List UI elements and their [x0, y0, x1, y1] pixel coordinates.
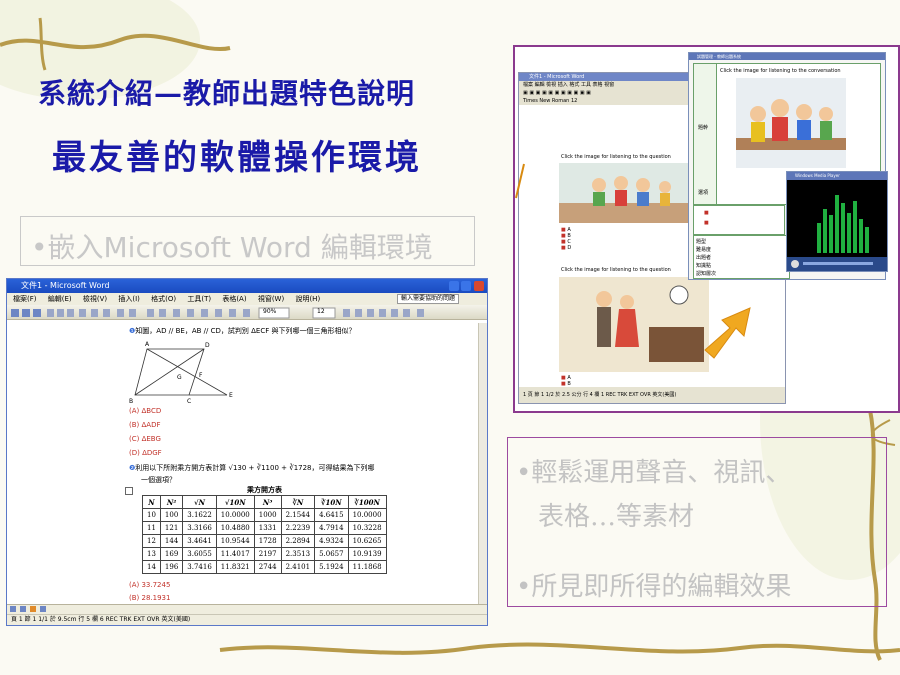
word-toolbar: 90% 12 — [7, 305, 487, 320]
word-menu-bar: 檔案(F) 編輯(E) 檢視(V) 插入(I) 格式(O) 工具(T) 表格(A… — [7, 293, 487, 305]
train-scene-image[interactable] — [736, 78, 846, 168]
bullet-wysiwyg: •所見即所得的編輯效果 — [516, 572, 792, 602]
bullet-box-features: •輕鬆運用聲音、視訊、 表格…等素材 •所見即所得的編輯效果 — [507, 437, 887, 607]
view-buttons[interactable] — [7, 605, 487, 615]
stem-label: 題幹 — [698, 125, 709, 131]
listening-prompt-1: Click the image for listening to the que… — [561, 154, 671, 160]
option-1b: (B) ΔADF — [129, 421, 161, 429]
word-title-bar: 文件1 - Microsoft Word — [7, 279, 487, 293]
media-player-controls[interactable] — [787, 257, 887, 271]
table-title: 乘方開方表 — [247, 486, 282, 494]
bullet-media-cont: 表格…等素材 — [538, 502, 695, 532]
play-icon[interactable] — [791, 260, 799, 268]
test-window-title: 試題管理 - 教師出題系統 — [689, 53, 885, 60]
menu-insert[interactable]: 插入(I) — [118, 295, 140, 303]
menu-table[interactable]: 表格(A) — [222, 295, 246, 303]
menu-window[interactable]: 視窗(W) — [258, 295, 284, 303]
arrow-up-right-icon — [704, 307, 751, 359]
option-2b: (B) 28.1931 — [129, 594, 171, 602]
minimize-icon[interactable] — [449, 281, 459, 291]
table-header: ∛100N — [347, 495, 387, 509]
figure-label-e: E — [229, 392, 233, 399]
square-root-table: N N² √N √10N N³ ∛N ∛10N ∛100N 10 100 3.162… — [142, 495, 387, 574]
toolbar-icons[interactable] — [7, 306, 477, 320]
menu-view[interactable]: 檢視(V) — [83, 295, 107, 303]
table-row: 11 121 3.3166 10.4880 1331 2.2239 4.7914 10.322… — [142, 521, 387, 535]
table-header: √10N — [215, 495, 255, 509]
help-search-input[interactable]: 輸入需要協助的問題 — [397, 294, 460, 304]
table-row: 14 196 3.7416 11.8321 2744 2.4101 5.1924 11.186… — [142, 560, 387, 574]
question-1-text: ❶知圖，AD // BE，AB // CD，試判別 ΔECF 與下列哪一個三角形… — [129, 327, 356, 335]
bullet-box-word: •嵌入Microsoft Word 編輯環境 — [20, 216, 475, 266]
listening-prompt-2: Click the image for listening to the que… — [561, 267, 671, 273]
bullet-word-embed: •嵌入Microsoft Word 編輯環境 — [31, 231, 433, 264]
table-header: N³ — [253, 495, 282, 509]
table-row: 12 144 3.4641 10.9544 1728 2.2894 4.9324 10.626… — [142, 534, 387, 548]
menu-edit[interactable]: 編輯(E) — [48, 295, 72, 303]
font-size-select[interactable]: 12 — [317, 308, 325, 315]
classroom-image[interactable] — [559, 163, 709, 223]
question-2-text: ❷利用以下所附乘方開方表計算 √130 + ∛1100 + ∛1728，可得結果… — [129, 464, 375, 472]
option-1a: (A) ΔBCD — [129, 407, 162, 415]
table-header: N² — [159, 495, 184, 509]
table-header: ∛N — [280, 495, 316, 509]
table-header: ∛10N — [314, 495, 349, 509]
answer-d[interactable]: ■ D — [561, 245, 571, 251]
seek-bar[interactable] — [803, 262, 873, 265]
close-icon[interactable] — [474, 281, 484, 291]
option-1d: (D) ΔDGF — [129, 449, 162, 457]
vertical-scrollbar[interactable] — [478, 323, 487, 605]
option-label: 選項 — [698, 190, 709, 196]
figure-label-g: G — [177, 374, 182, 381]
word2-status-bar: 1 頁 節 1 1/2 於 2.5 公分 行 4 欄 1 REC TRK EXT… — [519, 387, 785, 403]
question-2-text-cont: 一個選項？ — [141, 476, 176, 484]
table-header-row: N N² √N √10N N³ ∛N ∛10N ∛100N — [142, 495, 387, 509]
bullet-media: •輕鬆運用聲音、視訊、 — [516, 458, 792, 488]
word-window-left: 文件1 - Microsoft Word 檔案(F) 編輯(E) 檢視(V) 插… — [6, 278, 488, 626]
figure-label-d: D — [205, 342, 210, 349]
conversation-prompt: Click the image for listening to the con… — [720, 68, 841, 74]
slide-subtitle: 最友善的軟體操作環境 — [52, 138, 422, 178]
option-2a: (A) 33.7245 — [129, 581, 171, 589]
status-text: 頁 1 節 1 1/1 於 9.5cm 行 5 欄 6 REC TRK EXT … — [11, 616, 191, 623]
parallelogram-figure: A D G F B C E — [129, 341, 233, 405]
word-document-area[interactable]: ❶知圖，AD // BE，AB // CD，試判別 ΔECF 與下列哪一個三角形… — [7, 323, 479, 605]
media-player-title: Windows Media Player — [787, 172, 887, 180]
options-panel: ■ ■ — [693, 205, 785, 235]
option-1c: (C) ΔEBG — [129, 435, 161, 443]
media-player-window: Windows Media Player — [786, 171, 888, 272]
font-size-select[interactable]: 12 — [571, 98, 577, 104]
table-header: N — [142, 495, 161, 509]
zoom-select[interactable]: 90% — [263, 308, 276, 315]
figure-label-c: C — [187, 398, 191, 405]
menu-file[interactable]: 檔案(F) — [13, 295, 37, 303]
figure-label-b: B — [129, 398, 133, 405]
menu-tools[interactable]: 工具(T) — [187, 295, 211, 303]
table-header: √N — [182, 495, 217, 509]
figure-label-f: F — [199, 372, 203, 379]
menu-help[interactable]: 說明(H) — [295, 295, 320, 303]
item-info-table: 題型 難易度 出題者 知識點 認知層次 — [693, 235, 790, 279]
maximize-icon[interactable] — [461, 281, 471, 291]
office-image[interactable] — [559, 277, 709, 372]
table-row: 10 100 3.1622 10.0000 1000 2.1544 4.6415 10.000… — [142, 508, 387, 522]
slide-title: 系統介紹—教師出題特色說明 — [38, 77, 416, 110]
pencil-icon — [515, 163, 525, 199]
table-handle-icon[interactable] — [125, 487, 133, 495]
font-name-select[interactable]: Times New Roman — [523, 98, 569, 104]
answer-list-1: ■ A ■ B ■ C ■ D — [561, 227, 571, 251]
menu-format[interactable]: 格式(O) — [151, 295, 176, 303]
table-row: 13 169 3.6055 11.4017 2197 2.3513 5.0657 10.913… — [142, 547, 387, 561]
word-status-bar: 頁 1 節 1 1/1 於 9.5cm 行 5 欄 6 REC TRK EXT … — [7, 604, 487, 625]
figure-label-a: A — [145, 341, 150, 348]
word-window-title: 文件1 - Microsoft Word — [21, 281, 110, 290]
